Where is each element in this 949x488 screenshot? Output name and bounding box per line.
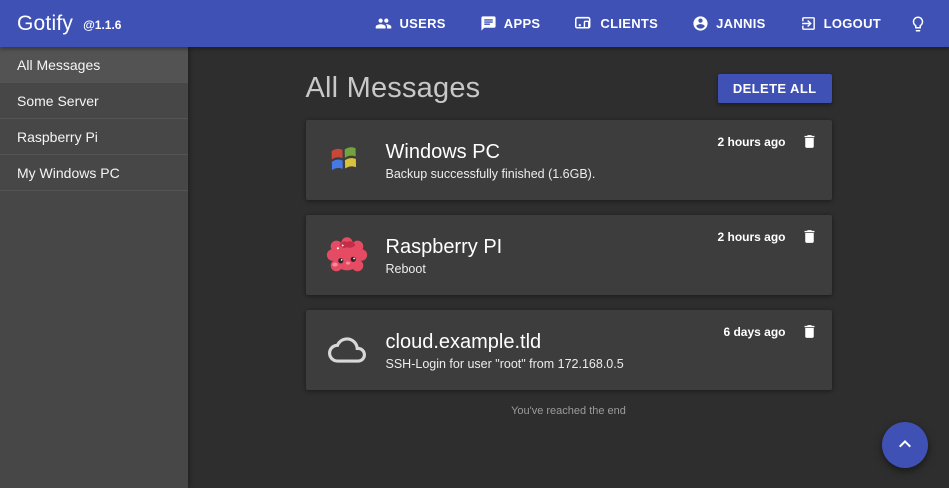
message-title: Raspberry PI — [386, 235, 686, 259]
message-timestamp: 2 hours ago — [717, 230, 785, 244]
sidebar-item-some-server[interactable]: Some Server — [0, 83, 188, 119]
app-title: Gotify — [17, 12, 73, 36]
message-timestamp: 6 days ago — [723, 325, 785, 339]
content-header: All Messages DELETE ALL — [306, 72, 832, 104]
message-card-cloud-example-tld: cloud.example.tld SSH-Login for user "ro… — [306, 310, 832, 390]
users-icon — [375, 15, 392, 32]
message-card-raspberry-pi: Raspberry PI Reboot 2 hours ago — [306, 215, 832, 295]
trash-icon — [801, 138, 818, 153]
message-body: Backup successfully finished (1.6GB). — [386, 167, 686, 181]
nav-clients-button[interactable]: CLIENTS — [572, 9, 660, 38]
cloud-icon — [324, 331, 370, 369]
nav-users-button[interactable]: USERS — [373, 9, 447, 38]
sidebar-item-label: My Windows PC — [17, 165, 120, 181]
delete-message-button[interactable] — [799, 321, 820, 342]
trash-icon — [801, 233, 818, 248]
message-title: Windows PC — [386, 140, 686, 164]
trash-icon — [801, 328, 818, 343]
message-list: Windows PC Backup successfully finished … — [306, 120, 832, 390]
chat-icon — [480, 15, 497, 32]
message-meta: 2 hours ago — [717, 226, 819, 247]
theme-toggle-button[interactable] — [905, 9, 931, 39]
sidebar-item-all-messages[interactable]: All Messages — [0, 47, 188, 83]
app-version: @1.1.6 — [83, 18, 121, 32]
raspberry-pi-icon — [324, 232, 370, 278]
account-circle-icon — [692, 15, 709, 32]
nav-apps-button[interactable]: APPS — [478, 9, 543, 38]
nav-user-account-button[interactable]: JANNIS — [690, 9, 767, 38]
sidebar-item-raspberry-pi[interactable]: Raspberry Pi — [0, 119, 188, 155]
sidebar-item-label: All Messages — [17, 57, 100, 73]
devices-icon — [574, 15, 593, 32]
delete-all-button[interactable]: DELETE ALL — [718, 74, 832, 103]
nav-apps-label: APPS — [504, 16, 541, 31]
lightbulb-icon — [909, 15, 927, 33]
message-meta: 6 days ago — [723, 321, 819, 342]
message-body: SSH-Login for user "root" from 172.168.0… — [386, 357, 686, 371]
message-meta: 2 hours ago — [717, 131, 819, 152]
sidebar-item-label: Some Server — [17, 93, 99, 109]
main-content: All Messages DELETE ALL — [188, 47, 949, 488]
sidebar-item-label: Raspberry Pi — [17, 129, 98, 145]
sidebar: All Messages Some Server Raspberry Pi My… — [0, 47, 188, 488]
message-card-windows-pc: Windows PC Backup successfully finished … — [306, 120, 832, 200]
nav-logout-button[interactable]: LOGOUT — [798, 9, 883, 38]
delete-message-button[interactable] — [799, 131, 820, 152]
delete-message-button[interactable] — [799, 226, 820, 247]
page-title: All Messages — [306, 72, 481, 105]
message-title: cloud.example.tld — [386, 330, 686, 354]
logout-icon — [800, 15, 817, 32]
end-of-list-text: You've reached the end — [306, 405, 832, 417]
message-body: Reboot — [386, 262, 686, 276]
nav-user-label: JANNIS — [716, 16, 765, 31]
nav-logout-label: LOGOUT — [824, 16, 881, 31]
scroll-to-top-button[interactable] — [882, 422, 928, 468]
chevron-up-icon — [893, 432, 917, 459]
windows-logo-icon — [324, 140, 370, 180]
message-timestamp: 2 hours ago — [717, 135, 785, 149]
app-bar: Gotify @1.1.6 USERS APPS CLIENTS JANNIS — [0, 0, 949, 47]
sidebar-item-my-windows-pc[interactable]: My Windows PC — [0, 155, 188, 191]
nav-users-label: USERS — [399, 16, 445, 31]
nav-clients-label: CLIENTS — [600, 16, 658, 31]
